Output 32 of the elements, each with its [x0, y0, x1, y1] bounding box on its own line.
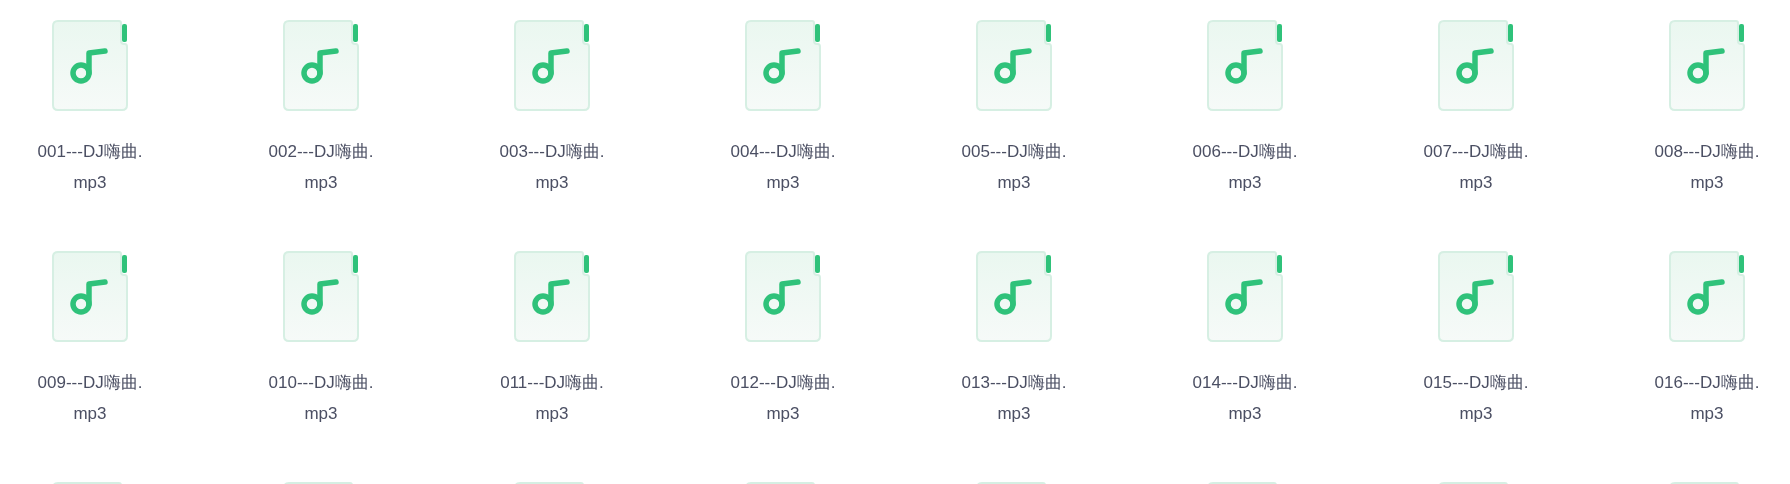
music-file-icon[interactable] [52, 20, 128, 111]
music-file-icon[interactable] [1438, 251, 1514, 342]
music-file-icon[interactable] [283, 20, 359, 111]
file-name: 012---DJ嗨曲. mp3 [730, 372, 836, 425]
music-file-icon[interactable] [514, 20, 590, 111]
music-file-icon[interactable] [283, 251, 359, 342]
file-name: 007---DJ嗨曲. mp3 [1423, 141, 1529, 194]
music-file-icon[interactable] [52, 251, 128, 342]
file-name: 002---DJ嗨曲. mp3 [268, 141, 374, 194]
file-name: 004---DJ嗨曲. mp3 [730, 141, 836, 194]
file-name: 009---DJ嗨曲. mp3 [37, 372, 143, 425]
music-file-icon[interactable] [976, 20, 1052, 111]
music-file-icon[interactable] [1438, 20, 1514, 111]
music-file-icon[interactable] [1669, 20, 1745, 111]
music-file-icon[interactable] [1669, 251, 1745, 342]
file-name: 011---DJ嗨曲. mp3 [500, 372, 604, 425]
music-file-icon[interactable] [745, 251, 821, 342]
file-name: 014---DJ嗨曲. mp3 [1192, 372, 1298, 425]
file-name: 015---DJ嗨曲. mp3 [1423, 372, 1529, 425]
music-file-icon[interactable] [976, 251, 1052, 342]
file-name: 013---DJ嗨曲. mp3 [961, 372, 1067, 425]
file-name: 016---DJ嗨曲. mp3 [1654, 372, 1760, 425]
file-name: 005---DJ嗨曲. mp3 [961, 141, 1067, 194]
music-file-icon[interactable] [1207, 251, 1283, 342]
file-name: 008---DJ嗨曲. mp3 [1654, 141, 1760, 194]
file-name: 001---DJ嗨曲. mp3 [37, 141, 143, 194]
music-file-icon[interactable] [1207, 20, 1283, 111]
music-file-icon[interactable] [745, 20, 821, 111]
file-name: 003---DJ嗨曲. mp3 [499, 141, 605, 194]
file-name: 010---DJ嗨曲. mp3 [268, 372, 374, 425]
music-file-icon[interactable] [514, 251, 590, 342]
file-name: 006---DJ嗨曲. mp3 [1192, 141, 1298, 194]
